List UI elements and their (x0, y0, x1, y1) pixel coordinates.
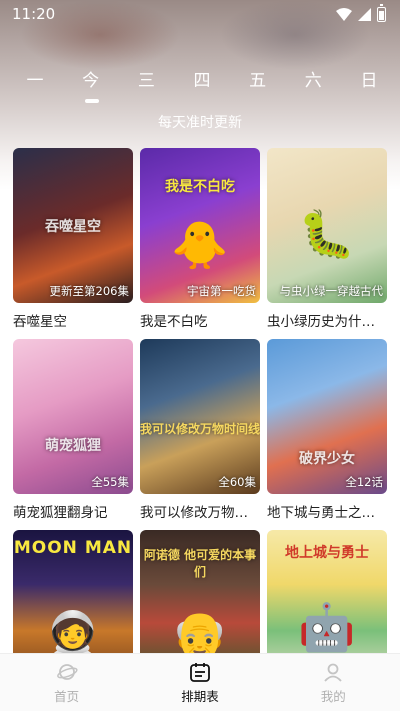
chick-mascot-icon: 🐥 (171, 217, 229, 272)
tab-wednesday[interactable]: 三 (129, 66, 163, 106)
poster-art-text: 阿诺德 他可爱的本事们 (143, 547, 257, 579)
episode-badge: 更新至第206集 (49, 284, 129, 298)
calendar-icon (190, 662, 210, 682)
weekday-tabs: 一 今 三 四 五 六 日 (0, 66, 400, 106)
show-title: 我可以修改万物… (140, 505, 248, 521)
show-title: 萌宠狐狸翻身记 (13, 505, 108, 521)
status-icons (336, 3, 386, 22)
show-poster: 破界少女 全12话 (267, 339, 387, 494)
tab-thursday[interactable]: 四 (185, 66, 219, 106)
tab-friday[interactable]: 五 (241, 66, 275, 106)
show-poster: 萌宠狐狸 全55集 (13, 339, 133, 494)
show-card[interactable]: 破界少女 全12话 地下城与勇士之… (267, 339, 387, 530)
show-poster: 我可以修改万物时间线 全60集 (140, 339, 260, 494)
tab-monday[interactable]: 一 (18, 66, 52, 106)
status-time: 11:20 (12, 5, 56, 23)
show-title: 吞噬星空 (13, 314, 67, 330)
planet-icon (56, 663, 78, 680)
episode-badge: 全55集 (91, 475, 129, 489)
user-icon (324, 663, 342, 682)
poster-art-text: 我可以修改万物时间线 (140, 421, 260, 436)
show-title: 地下城与勇士之… (267, 505, 375, 521)
nav-schedule[interactable]: 排期表 (160, 661, 240, 705)
show-card[interactable]: 萌宠狐狸 全55集 萌宠狐狸翻身记 (13, 339, 133, 530)
show-card[interactable]: 我是不白吃 🐥 宇宙第一吃货 我是不白吃 (140, 148, 260, 339)
bug-mascot-icon: 🐛 (298, 206, 356, 261)
show-card[interactable]: 我可以修改万物时间线 全60集 我可以修改万物… (140, 339, 260, 530)
show-poster: 吞噬星空 更新至第206集 (13, 148, 133, 303)
poster-art-text: MOON MAN (13, 538, 133, 558)
tab-sunday[interactable]: 日 (352, 66, 386, 106)
episode-badge: 全12话 (345, 475, 383, 489)
show-poster: 我是不白吃 🐥 宇宙第一吃货 (140, 148, 260, 303)
poster-art-text: 吞噬星空 (45, 219, 101, 236)
tab-today[interactable]: 今 (74, 66, 108, 106)
nav-home-label: 首页 (54, 688, 80, 704)
show-card[interactable]: 吞噬星空 更新至第206集 吞噬星空 (13, 148, 133, 339)
show-title: 我是不白吃 (140, 314, 208, 330)
poster-art-text: 萌宠狐狸 (45, 438, 101, 455)
nav-home[interactable]: 首页 (27, 661, 107, 705)
battery-icon (377, 3, 386, 22)
wifi-icon (336, 7, 352, 21)
character-icon: 🤖 (298, 599, 356, 654)
nav-mine[interactable]: 我的 (293, 661, 373, 705)
tab-saturday[interactable]: 六 (296, 66, 330, 106)
poster-art-text: 破界少女 (299, 450, 355, 467)
status-bar: 11:20 (0, 0, 400, 28)
show-card[interactable]: 🐛 与虫小绿一穿越古代 虫小绿历史为什… (267, 148, 387, 339)
schedule-grid: 吞噬星空 更新至第206集 吞噬星空 我是不白吃 🐥 宇宙第一吃货 我是不白吃 … (13, 148, 389, 711)
nav-schedule-label: 排期表 (181, 688, 219, 704)
episode-badge: 宇宙第一吃货 (187, 284, 256, 298)
episode-badge: 与虫小绿一穿越古代 (279, 284, 384, 298)
show-title: 虫小绿历史为什… (267, 314, 375, 330)
signal-icon (358, 7, 371, 21)
poster-art-text: 地上城与勇士 (285, 545, 369, 562)
poster-art-text: 我是不白吃 (165, 178, 235, 195)
bottom-nav: 首页 排期表 我的 (0, 653, 400, 711)
show-poster: 🐛 与虫小绿一穿越古代 (267, 148, 387, 303)
episode-badge: 全60集 (218, 475, 256, 489)
update-note: 每天准时更新 (158, 115, 242, 131)
nav-mine-label: 我的 (320, 688, 346, 704)
